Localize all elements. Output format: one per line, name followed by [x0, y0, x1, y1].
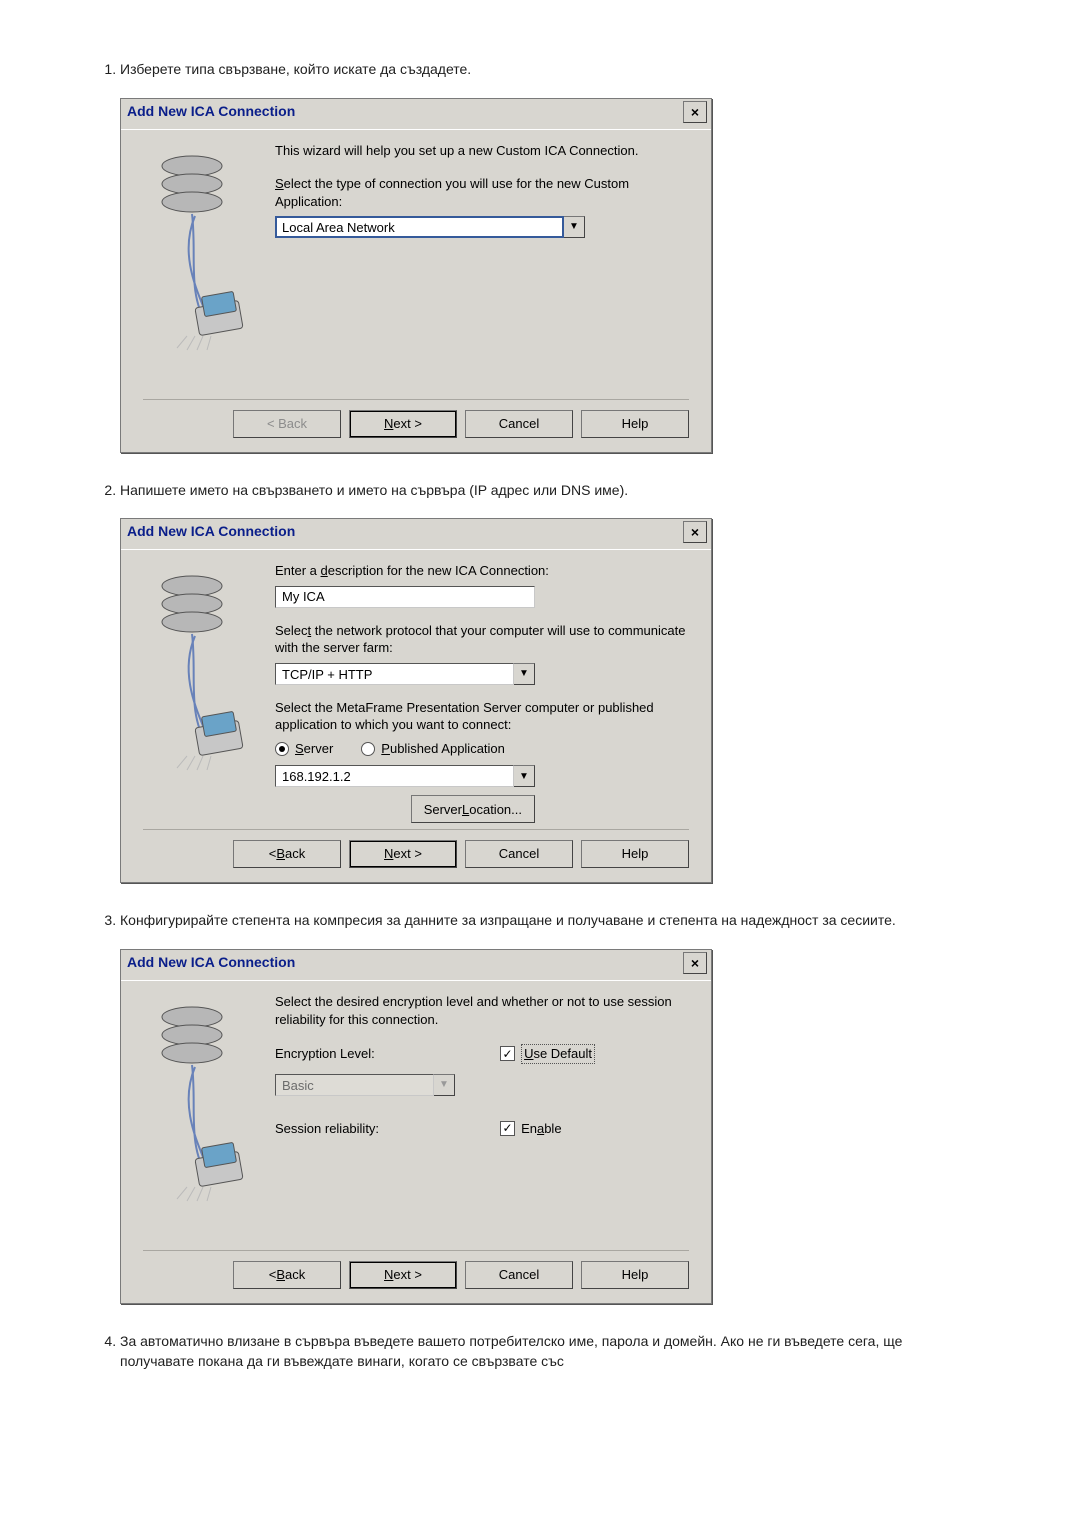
- encryption-level-value: Basic: [275, 1074, 434, 1096]
- next-button[interactable]: Next >: [349, 840, 457, 868]
- description-label: Enter a description for the new ICA Conn…: [275, 562, 689, 580]
- enable-label: Enable: [521, 1120, 562, 1138]
- close-icon: ×: [691, 105, 699, 119]
- dialog-3-content: Select the desired encryption level and …: [261, 989, 689, 1244]
- close-button[interactable]: ×: [683, 952, 707, 974]
- wizard-graphic: [143, 989, 261, 1244]
- titlebar: Add New ICA Connection ×: [121, 950, 711, 980]
- radio-server-label: Server: [295, 740, 333, 758]
- encryption-intro: Select the desired encryption level and …: [275, 993, 689, 1028]
- step-3-text: Конфигурирайте степента на компресия за …: [120, 912, 896, 928]
- use-default-label: Use Default: [521, 1044, 595, 1064]
- close-icon: ×: [691, 525, 699, 539]
- dialog-1-content: This wizard will help you set up a new C…: [261, 138, 689, 393]
- dialog-2: Add New ICA Connection ×: [120, 518, 712, 883]
- protocol-combo[interactable]: TCP/IP + HTTP ▼: [275, 663, 535, 685]
- wizard-graphic: [143, 138, 261, 393]
- close-button[interactable]: ×: [683, 521, 707, 543]
- dialog-2-content: Enter a description for the new ICA Conn…: [261, 558, 689, 823]
- chevron-down-icon: ▼: [434, 1074, 455, 1096]
- step-2: Напишете името на свързването и името на…: [120, 481, 980, 884]
- wizard-graphic: [143, 558, 261, 823]
- titlebar: Add New ICA Connection ×: [121, 99, 711, 129]
- chevron-down-icon[interactable]: ▼: [564, 216, 585, 238]
- step-2-text: Напишете името на свързването и името на…: [120, 482, 628, 498]
- dialog-title: Add New ICA Connection: [127, 953, 295, 973]
- radio-icon: [275, 742, 289, 756]
- protocol-label: Select the network protocol that your co…: [275, 622, 689, 657]
- protocol-value: TCP/IP + HTTP: [275, 663, 514, 685]
- encryption-level-combo: Basic ▼: [275, 1074, 455, 1096]
- cancel-button[interactable]: Cancel: [465, 410, 573, 438]
- dialog-3: Add New ICA Connection ×: [120, 949, 712, 1304]
- help-button[interactable]: Help: [581, 410, 689, 438]
- server-location-button[interactable]: Server Location...: [411, 795, 535, 823]
- help-button[interactable]: Help: [581, 1261, 689, 1289]
- dialog-title: Add New ICA Connection: [127, 102, 295, 122]
- radio-published-app[interactable]: Published Application: [361, 740, 505, 758]
- back-button[interactable]: < Back: [233, 1261, 341, 1289]
- target-label: Select the MetaFrame Presentation Server…: [275, 699, 689, 734]
- step-4-text: За автоматично влизане в сървъра въведет…: [120, 1333, 902, 1369]
- close-button[interactable]: ×: [683, 101, 707, 123]
- step-1-text: Изберете типа свързване, който искате да…: [120, 61, 471, 77]
- button-bar: < Back Next > Cancel Help: [143, 399, 689, 438]
- checkbox-icon: ✓: [500, 1121, 515, 1136]
- checkbox-icon: ✓: [500, 1046, 515, 1061]
- titlebar: Add New ICA Connection ×: [121, 519, 711, 549]
- dialog-title: Add New ICA Connection: [127, 522, 295, 542]
- server-combo[interactable]: 168.192.1.2 ▼: [275, 765, 535, 787]
- cancel-button[interactable]: Cancel: [465, 1261, 573, 1289]
- enable-checkbox[interactable]: ✓ Enable: [500, 1120, 595, 1138]
- back-button: < Back: [233, 410, 341, 438]
- back-button[interactable]: < Back: [233, 840, 341, 868]
- connection-type-value: Local Area Network: [275, 216, 564, 238]
- radio-icon: [361, 742, 375, 756]
- step-4: За автоматично влизане в сървъра въведет…: [120, 1332, 980, 1371]
- server-value: 168.192.1.2: [275, 765, 514, 787]
- dialog-1: Add New ICA Connection ×: [120, 98, 712, 453]
- use-default-checkbox[interactable]: ✓ Use Default: [500, 1044, 595, 1064]
- description-input[interactable]: [275, 586, 535, 608]
- button-bar: < Back Next > Cancel Help: [143, 1250, 689, 1289]
- instruction-list: Изберете типа свързване, който искате да…: [120, 60, 1040, 1371]
- chevron-down-icon[interactable]: ▼: [514, 663, 535, 685]
- help-button[interactable]: Help: [581, 840, 689, 868]
- next-button[interactable]: Next >: [349, 410, 457, 438]
- step-1: Изберете типа свързване, който искате да…: [120, 60, 980, 453]
- button-bar: < Back Next > Cancel Help: [143, 829, 689, 868]
- next-button[interactable]: Next >: [349, 1261, 457, 1289]
- close-icon: ×: [691, 956, 699, 970]
- cancel-button[interactable]: Cancel: [465, 840, 573, 868]
- encryption-level-label: Encryption Level:: [275, 1045, 500, 1063]
- wizard-intro: This wizard will help you set up a new C…: [275, 142, 689, 160]
- connection-type-combo[interactable]: Local Area Network ▼: [275, 216, 585, 238]
- session-reliability-label: Session reliability:: [275, 1120, 500, 1138]
- chevron-down-icon[interactable]: ▼: [514, 765, 535, 787]
- step-3: Конфигурирайте степента на компресия за …: [120, 911, 980, 1304]
- connection-type-label: Select the type of connection you will u…: [275, 175, 689, 210]
- radio-server[interactable]: Server: [275, 740, 333, 758]
- radio-pub-label: Published Application: [381, 740, 505, 758]
- target-radio-group: Server Published Application: [275, 740, 689, 758]
